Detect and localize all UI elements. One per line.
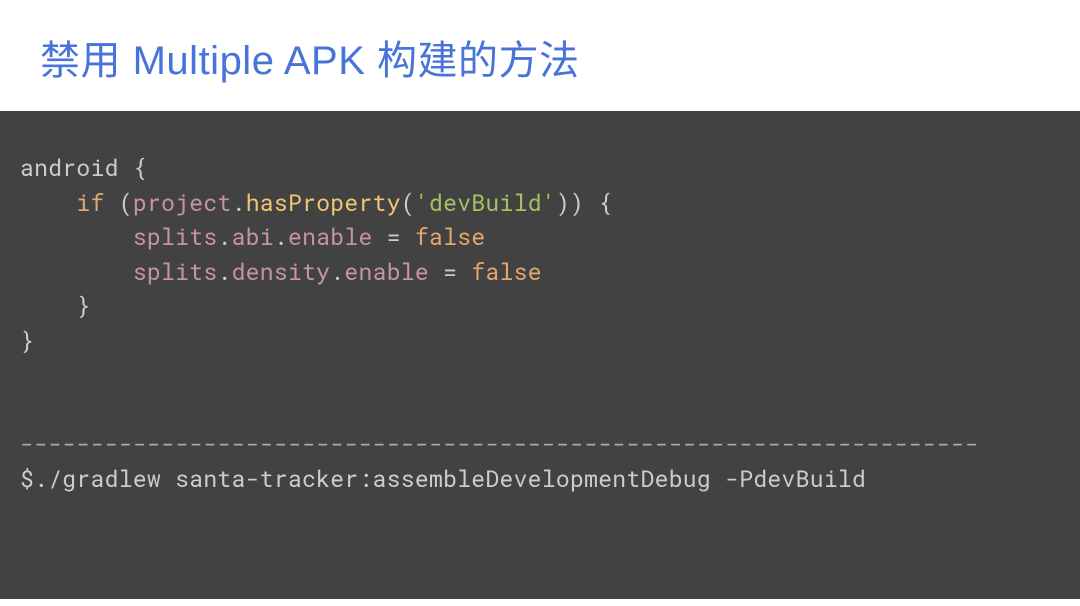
code-line-4: splits.density.enable = false <box>20 257 542 287</box>
slide-header: 禁用 Multiple APK 构建的方法 <box>0 0 1080 111</box>
command-line: $./gradlew santa-tracker:assembleDevelop… <box>20 464 866 494</box>
code-line-6: } <box>20 326 34 356</box>
code-line-2: if (project.hasProperty('devBuild')) { <box>20 188 612 218</box>
code-line-3: splits.abi.enable = false <box>20 222 485 252</box>
code-block: android { if (project.hasProperty('devBu… <box>0 111 1080 599</box>
divider-line: ----------------------------------------… <box>20 429 979 459</box>
code-line-5: } <box>20 291 91 321</box>
code-line-1: android { <box>20 153 147 183</box>
slide-title: 禁用 Multiple APK 构建的方法 <box>40 28 1040 86</box>
